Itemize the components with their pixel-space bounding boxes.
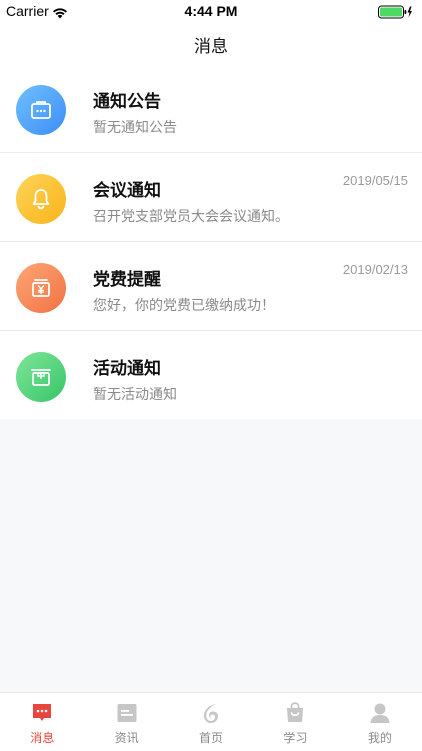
tab-label: 消息 — [30, 731, 55, 745]
page-title: 消息 — [194, 37, 228, 57]
yen-box-icon — [16, 263, 66, 313]
message-title: 党费提醒 — [93, 270, 161, 290]
message-row-announcement[interactable]: 通知公告 暂无通知公告 — [0, 64, 422, 153]
profile-icon — [368, 701, 392, 725]
tab-bar: 消息 资讯 首页 学习 我的 — [0, 692, 422, 751]
message-date: 2019/02/13 — [342, 262, 408, 277]
study-bag-icon — [283, 701, 307, 725]
message-title: 通知公告 — [93, 92, 161, 112]
tab-home[interactable]: 首页 — [169, 693, 253, 751]
status-time: 4:44 PM — [184, 3, 238, 19]
message-title: 活动通知 — [93, 359, 161, 379]
message-row-meeting[interactable]: 会议通知 召开党支部党员大会会议通知。 2019/05/15 — [0, 153, 422, 242]
tab-news[interactable]: 资讯 — [84, 693, 168, 751]
briefcase-icon — [16, 85, 66, 135]
tab-label: 首页 — [199, 731, 224, 745]
message-preview: 您好，你的党费已缴纳成功！ — [93, 298, 275, 314]
message-list: 通知公告 暂无通知公告 会议通知 召开党支部党员大会会议通知。 2019/05/… — [0, 64, 422, 419]
home-logo-icon — [199, 701, 223, 725]
tab-study[interactable]: 学习 — [253, 693, 337, 751]
news-icon — [115, 701, 139, 725]
tab-profile[interactable]: 我的 — [338, 693, 422, 751]
status-bar: Carrier 4:44 PM — [0, 0, 422, 22]
navigation-bar: 消息 — [0, 22, 422, 64]
tab-messages[interactable]: 消息 — [0, 693, 84, 751]
message-row-activity[interactable]: 活动通知 暂无活动通知 — [0, 331, 422, 419]
tab-label: 资讯 — [114, 731, 139, 745]
message-preview: 召开党支部党员大会会议通知。 — [93, 209, 289, 225]
battery-icon — [378, 4, 414, 23]
tab-label: 我的 — [367, 731, 392, 745]
message-icon — [30, 701, 54, 725]
message-preview: 暂无通知公告 — [93, 120, 177, 136]
message-title: 会议通知 — [93, 181, 161, 201]
message-row-dues[interactable]: 党费提醒 您好，你的党费已缴纳成功！ 2019/02/13 — [0, 242, 422, 331]
message-date: 2019/05/15 — [342, 173, 408, 188]
gift-icon — [16, 352, 66, 402]
bell-icon — [16, 174, 66, 224]
tab-label: 学习 — [283, 731, 308, 745]
message-preview: 暂无活动通知 — [93, 387, 177, 403]
